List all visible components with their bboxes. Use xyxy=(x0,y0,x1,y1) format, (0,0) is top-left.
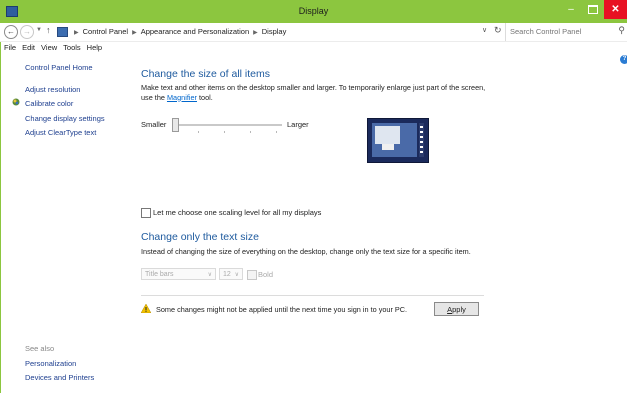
warning-message: Some changes might not be applied until … xyxy=(156,305,408,314)
sidebar-devices-and-printers[interactable]: Devices and Printers xyxy=(25,373,94,382)
chevron-right-icon: ▶ xyxy=(74,30,79,36)
preview-charm-bar xyxy=(419,123,424,157)
maximize-icon xyxy=(588,4,598,14)
search-icon[interactable]: ⚲ xyxy=(618,25,625,36)
control-panel-icon xyxy=(57,27,68,37)
sidebar-adjust-cleartype[interactable]: Adjust ClearType text xyxy=(25,128,96,137)
close-button[interactable]: ✕ xyxy=(604,0,627,19)
search-box[interactable]: ⚲ xyxy=(505,23,627,41)
slider-tick xyxy=(198,131,199,133)
breadcrumb-display[interactable]: Display xyxy=(262,27,287,36)
menu-file[interactable]: File xyxy=(4,43,16,52)
item-select-value: Title bars xyxy=(145,271,174,278)
apply-label: pply xyxy=(452,304,466,314)
calibrate-color-icon xyxy=(12,98,20,106)
breadcrumb: ▶ Control Panel ▶ Appearance and Personaliz… xyxy=(70,23,286,41)
size-slider-track[interactable] xyxy=(172,124,282,126)
text-size-heading: Change only the text size xyxy=(141,231,259,243)
menu-view[interactable]: View xyxy=(41,43,57,52)
bold-label[interactable]: Bold xyxy=(258,270,273,279)
slider-min-label: Smaller xyxy=(141,120,167,129)
maximize-button[interactable] xyxy=(582,0,604,19)
refresh-icon[interactable]: ↻ xyxy=(494,25,502,36)
slider-tick xyxy=(250,131,251,133)
menu-bar: File Edit View Tools Help xyxy=(0,41,627,54)
title-bar[interactable]: Display – ✕ xyxy=(0,0,627,23)
magnifier-link[interactable]: Magnifier xyxy=(167,93,197,102)
scaling-checkbox-label[interactable]: Let me choose one scaling level for all … xyxy=(153,208,321,217)
size-description-suffix: tool. xyxy=(196,92,213,102)
sidebar-control-panel-home[interactable]: Control Panel Home xyxy=(25,63,93,72)
window-border xyxy=(0,23,1,393)
scaling-checkbox[interactable] xyxy=(141,208,151,218)
menu-edit[interactable]: Edit xyxy=(22,43,35,52)
chevron-right-icon[interactable]: ▶ xyxy=(128,30,141,36)
slider-max-label: Larger xyxy=(287,120,309,129)
apply-button[interactable]: Apply xyxy=(434,302,479,316)
slider-tick xyxy=(224,131,225,133)
search-input[interactable] xyxy=(510,25,610,38)
preview-window xyxy=(375,126,400,144)
warning-icon xyxy=(141,304,151,313)
size-heading: Change the size of all items xyxy=(141,68,270,80)
size-description-prefix: use the xyxy=(141,92,167,102)
menu-tools[interactable]: Tools xyxy=(63,43,81,52)
size-description-line1: Make text and other items on the desktop… xyxy=(141,83,486,92)
back-button[interactable]: ← xyxy=(4,25,18,39)
breadcrumb-control-panel[interactable]: Control Panel xyxy=(83,27,128,36)
item-select[interactable]: Title bars ∨ xyxy=(141,268,216,280)
forward-button[interactable]: → xyxy=(20,25,34,39)
preview-screen xyxy=(372,123,417,157)
help-icon[interactable]: ? xyxy=(620,55,627,64)
text-size-description: Instead of changing the size of everythi… xyxy=(141,247,471,256)
menu-help[interactable]: Help xyxy=(87,43,102,52)
bold-checkbox[interactable] xyxy=(247,270,257,280)
chevron-down-icon: ∨ xyxy=(207,272,212,278)
sidebar-calibrate-color[interactable]: Calibrate color xyxy=(25,99,73,108)
breadcrumb-appearance[interactable]: Appearance and Personalization xyxy=(141,27,249,36)
up-arrow-icon[interactable]: ↑ xyxy=(46,25,51,35)
sidebar-change-display-settings[interactable]: Change display settings xyxy=(25,114,105,123)
font-size-select[interactable]: 12 ∨ xyxy=(219,268,243,280)
sidebar-personalization[interactable]: Personalization xyxy=(25,359,76,368)
address-dropdown-icon[interactable]: ∨ xyxy=(482,26,487,34)
slider-tick xyxy=(276,131,277,133)
chevron-right-icon[interactable]: ▶ xyxy=(249,30,262,36)
size-description: Make text and other items on the desktop… xyxy=(141,83,501,102)
display-preview-image xyxy=(367,118,429,163)
sidebar-adjust-resolution[interactable]: Adjust resolution xyxy=(25,85,80,94)
minimize-button[interactable]: – xyxy=(560,0,582,19)
see-also-title: See also xyxy=(25,344,55,353)
preview-dialog xyxy=(382,144,394,150)
recent-locations-chevron-icon[interactable]: ▼ xyxy=(36,27,42,33)
chevron-down-icon: ∨ xyxy=(234,272,239,278)
address-bar: ← → ▼ ↑ ▶ Control Panel ▶ Appearance and Pe… xyxy=(0,23,627,42)
size-slider-thumb[interactable] xyxy=(172,118,179,132)
font-size-value: 12 xyxy=(223,271,231,278)
window-title: Display xyxy=(298,6,329,16)
divider xyxy=(141,295,484,296)
